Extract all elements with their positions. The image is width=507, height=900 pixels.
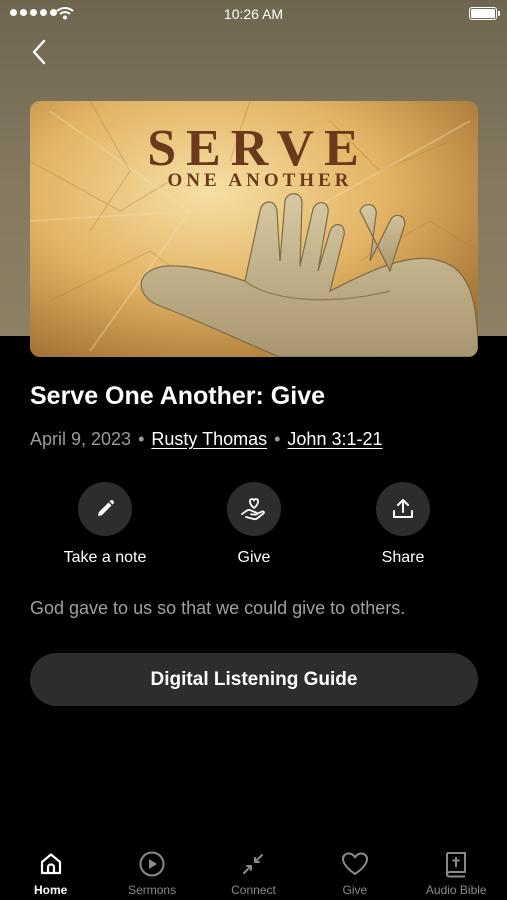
give-action-button[interactable]: Give [184, 482, 324, 567]
bible-icon [444, 849, 468, 879]
speaker-link[interactable]: Rusty Thomas [151, 429, 267, 450]
status-bar: 10:26 AM [0, 0, 507, 28]
scripture-link[interactable]: John 3:1-21 [287, 429, 382, 450]
sermon-description: God gave to us so that we could give to … [30, 598, 406, 618]
share-button[interactable]: Share [333, 482, 473, 567]
pencil-icon [78, 482, 132, 536]
meta-separator: • [138, 429, 145, 449]
meta-separator: • [274, 429, 281, 449]
share-icon [376, 482, 430, 536]
artwork-subtitle: ONE ANOTHER [168, 170, 353, 191]
sermon-title: Serve One Another: Give [30, 382, 325, 410]
tab-give[interactable]: Give [304, 840, 405, 900]
tab-give-label: Give [342, 883, 368, 897]
artwork-title-serve: SERVE [147, 120, 369, 177]
sermon-date: April 9, 2023 [30, 429, 132, 449]
digital-listening-guide-button[interactable]: Digital Listening Guide [30, 653, 478, 706]
battery-icon [469, 7, 500, 20]
take-note-label: Take a note [63, 549, 147, 566]
collapse-arrows-icon [240, 849, 266, 879]
play-circle-icon [138, 849, 166, 879]
tab-audio-bible[interactable]: Audio Bible [406, 840, 507, 900]
tab-connect[interactable]: Connect [203, 840, 304, 900]
tab-connect-label: Connect [231, 883, 276, 897]
tab-home[interactable]: Home [0, 840, 101, 900]
heart-icon [341, 849, 369, 879]
back-chevron-icon[interactable] [28, 38, 52, 66]
share-label: Share [381, 549, 425, 566]
take-note-button[interactable]: Take a note [35, 482, 175, 567]
bottom-tab-bar: Home Sermons Connect Give Audio Bible [0, 840, 507, 900]
status-time: 10:26 AM [223, 6, 284, 22]
tab-sermons[interactable]: Sermons [101, 840, 202, 900]
tab-sermons-label: Sermons [128, 883, 177, 897]
home-icon [38, 849, 64, 879]
sermon-meta: April 9, 2023 • Rusty Thomas • John 3:1-… [30, 429, 383, 450]
tab-audio-bible-label: Audio Bible [425, 883, 487, 897]
hand-heart-icon [227, 482, 281, 536]
tab-home-label: Home [34, 883, 68, 897]
sermon-artwork: SERVE ONE ANOTHER [30, 101, 478, 357]
give-action-label: Give [237, 549, 271, 566]
